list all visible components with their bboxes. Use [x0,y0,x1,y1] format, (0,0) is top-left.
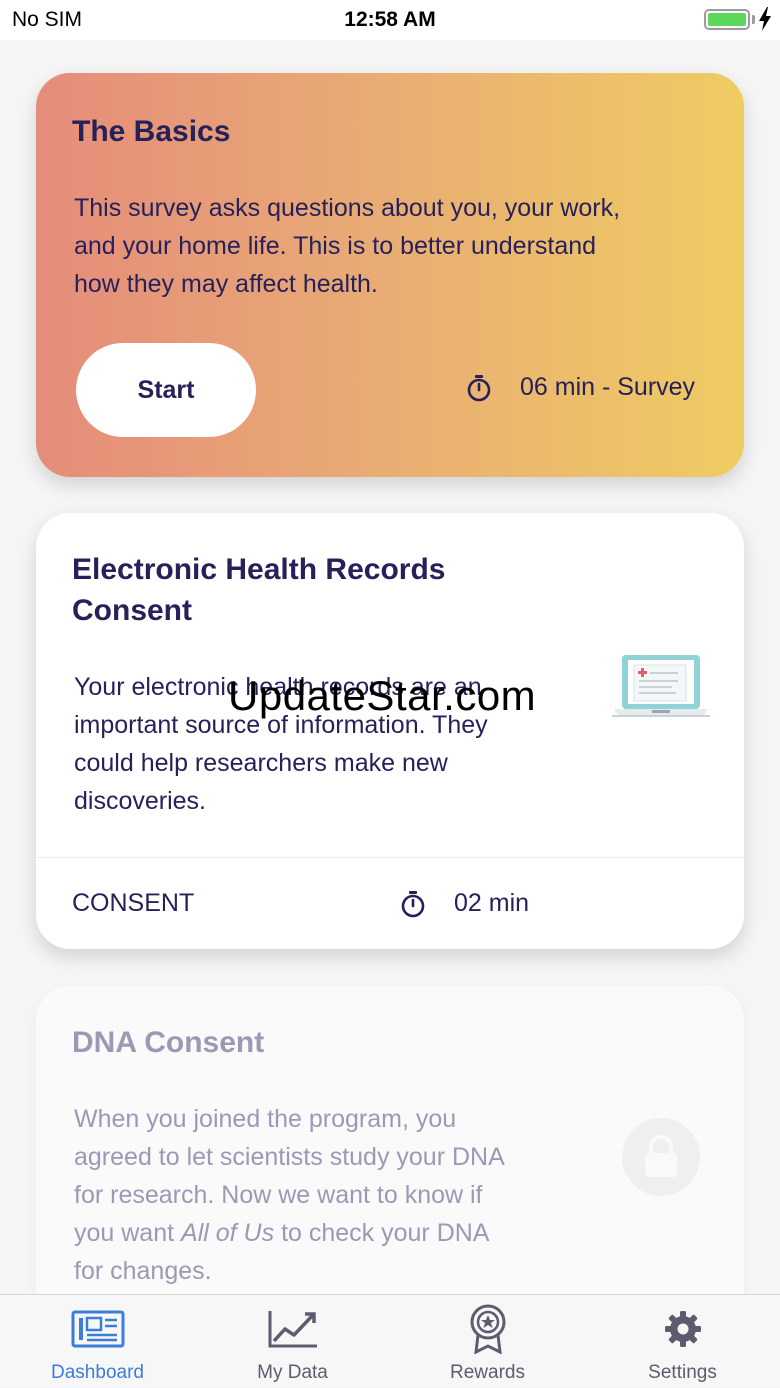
tab-my-data[interactable]: My Data [195,1295,390,1388]
program-name: All of Us [181,1219,275,1247]
card-description: This survey asks questions about you, yo… [74,189,620,303]
stopwatch-icon [467,374,491,401]
description-line: discoveries. [74,787,206,815]
card-title: Electronic Health Records Consent [72,549,445,631]
description-line: how they may affect health. [74,270,378,298]
stopwatch-icon [401,890,425,917]
tab-rewards[interactable]: Rewards [390,1295,585,1388]
status-bar: No SIM 12:58 AM [0,0,780,40]
description-line: important source of information. They [74,711,488,739]
award-badge-icon [470,1304,505,1354]
line-chart-icon [268,1311,317,1348]
tab-dashboard[interactable]: Dashboard [0,1295,195,1388]
ehr-consent-card[interactable]: Electronic Health Records Consent Your e… [36,513,744,949]
survey-duration: 06 min - Survey [466,373,695,402]
card-title: The Basics [72,115,231,148]
description-line: could help researchers make new [74,749,448,777]
tab-label: My Data [257,1362,328,1383]
laptop-health-record-icon [612,655,710,717]
charging-bolt-icon [759,7,771,31]
tab-bar: Dashboard My Data Rewards Settings [0,1294,780,1387]
description-line: for changes. [74,1257,212,1285]
card-description: Your electronic health records are an im… [74,668,488,820]
clock-label: 12:58 AM [344,8,436,31]
duration-label: 02 min [454,889,530,917]
battery-full-icon [704,9,750,30]
title-line: Consent [72,594,192,627]
duration-label: 06 min - Survey [520,373,696,401]
battery-cap [752,15,755,24]
basics-survey-card[interactable]: The Basics This survey asks questions ab… [36,73,744,477]
description-line: When you joined the program, you [74,1105,457,1133]
tab-label: Dashboard [51,1362,144,1383]
card-divider [36,857,744,858]
description-line: for research. Now we want to know if [74,1181,483,1209]
tab-label: Settings [648,1362,717,1383]
title-line: Electronic Health Records [72,553,446,586]
newspaper-icon [71,1310,124,1348]
gear-icon [664,1311,701,1347]
start-button[interactable]: Start [76,343,256,437]
lock-badge [622,1118,700,1196]
description-line: This survey asks questions about you, yo… [74,194,621,222]
card-description: When you joined the program, you agreed … [74,1100,505,1290]
consent-action[interactable]: CONSENT [72,889,194,918]
dna-consent-card: DNA Consent When you joined the program,… [36,986,744,1326]
tab-label: Rewards [450,1362,525,1383]
description-line: agreed to let scientists study your DNA [74,1143,505,1171]
description-line: Your electronic health records are an [74,673,482,701]
tab-settings[interactable]: Settings [585,1295,780,1388]
description-line: and your home life. This is to better un… [74,232,597,260]
card-title: DNA Consent [72,1026,265,1059]
description-line: you want All of Us to check your DNA [74,1219,490,1247]
consent-duration: 02 min [400,889,529,918]
lock-icon [645,1135,677,1177]
